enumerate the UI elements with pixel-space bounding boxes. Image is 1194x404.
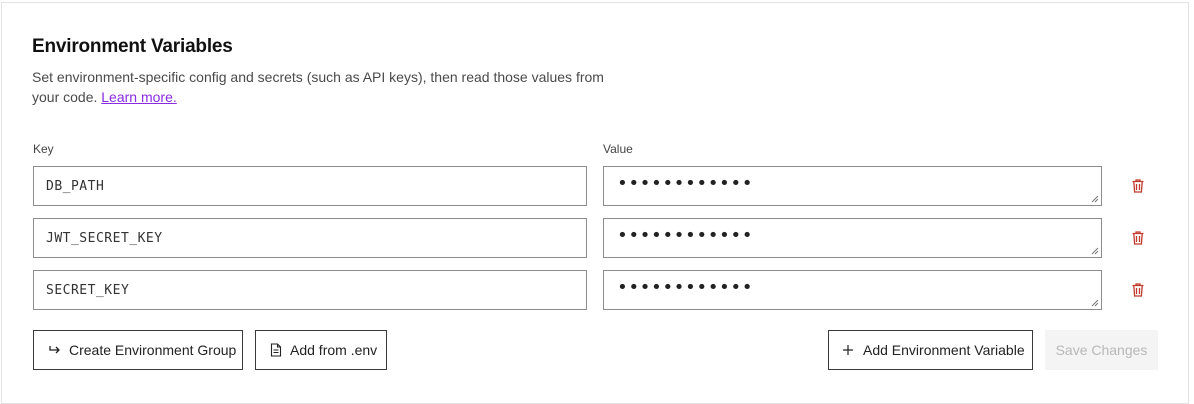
masked-value: •••••••••••• bbox=[617, 173, 754, 194]
key-column-label: Key bbox=[33, 142, 54, 156]
create-group-label: Create Environment Group bbox=[69, 342, 237, 358]
save-changes-button[interactable]: Save Changes bbox=[1045, 330, 1158, 370]
learn-more-link[interactable]: Learn more. bbox=[101, 89, 176, 105]
env-key-input[interactable]: SECRET_KEY bbox=[33, 270, 587, 310]
env-value-input[interactable]: •••••••••••• bbox=[603, 270, 1102, 310]
env-key-input[interactable]: DB_PATH bbox=[33, 166, 587, 206]
env-var-row: DB_PATH •••••••••••• bbox=[0, 166, 1194, 206]
create-environment-group-button[interactable]: Create Environment Group bbox=[33, 330, 243, 370]
env-key-input[interactable]: JWT_SECRET_KEY bbox=[33, 218, 587, 258]
add-environment-variable-button[interactable]: Add Environment Variable bbox=[828, 330, 1033, 370]
env-var-row: SECRET_KEY •••••••••••• bbox=[0, 270, 1194, 310]
section-description: Set environment-specific config and secr… bbox=[32, 67, 612, 107]
file-icon bbox=[270, 343, 282, 357]
plus-icon bbox=[843, 345, 853, 355]
trash-icon[interactable] bbox=[1130, 282, 1146, 298]
masked-value: •••••••••••• bbox=[617, 225, 754, 246]
resize-handle-icon[interactable] bbox=[1091, 247, 1099, 255]
env-value-input[interactable]: •••••••••••• bbox=[603, 218, 1102, 258]
add-from-env-button[interactable]: Add from .env bbox=[255, 330, 387, 370]
masked-value: •••••••••••• bbox=[617, 277, 754, 298]
arrow-return-icon bbox=[48, 344, 61, 356]
resize-handle-icon[interactable] bbox=[1091, 195, 1099, 203]
add-variable-label: Add Environment Variable bbox=[863, 342, 1025, 358]
env-value-input[interactable]: •••••••••••• bbox=[603, 166, 1102, 206]
resize-handle-icon[interactable] bbox=[1091, 299, 1099, 307]
value-column-label: Value bbox=[603, 142, 633, 156]
add-from-env-label: Add from .env bbox=[290, 342, 378, 358]
trash-icon[interactable] bbox=[1130, 230, 1146, 246]
trash-icon[interactable] bbox=[1130, 178, 1146, 194]
env-var-row: JWT_SECRET_KEY •••••••••••• bbox=[0, 218, 1194, 258]
section-title: Environment Variables bbox=[32, 36, 233, 57]
